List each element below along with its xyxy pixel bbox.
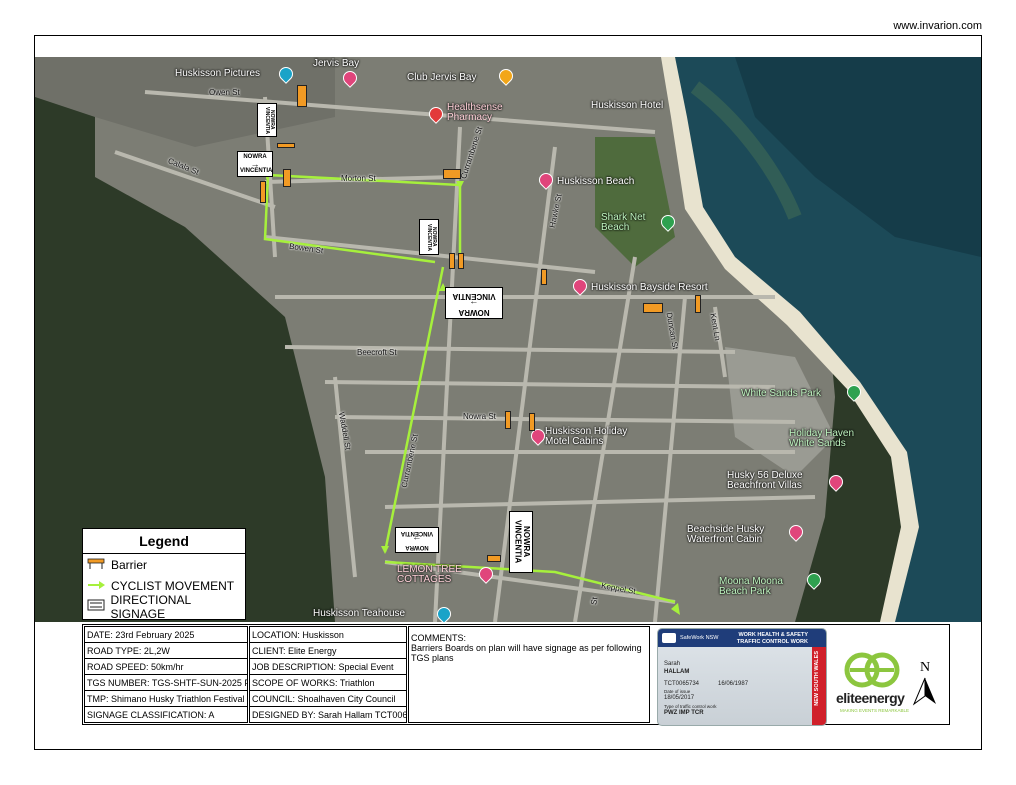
arrow-left-icon: → — [469, 298, 479, 309]
cyclist-arrow-icon — [87, 579, 107, 593]
ee-logo-icon — [844, 652, 900, 688]
label-shark-net-beach: Shark Net Beach — [601, 212, 646, 233]
nsw-logo-icon — [662, 633, 676, 643]
legend-signage: DIRECTIONAL SIGNAGE — [83, 593, 245, 621]
north-arrow: N — [912, 660, 938, 710]
north-arrow-icon — [912, 677, 936, 706]
legend-barrier: Barrier — [83, 554, 245, 575]
detail-location: LOCATION: Huskisson — [250, 627, 406, 643]
elite-energy-logo: eliteenergy MAKING EVENTS REMARKABLE — [834, 650, 914, 720]
detail-scope: SCOPE OF WORKS: Triathlon — [250, 675, 406, 691]
card-header: SafeWork NSW WORK HEALTH & SAFETY TRAFFI… — [658, 629, 826, 647]
brand-tagline: MAKING EVENTS REMARKABLE — [840, 708, 910, 713]
detail-road-type: ROAD TYPE: 2L,2W — [85, 643, 247, 659]
label-huskisson-bayside-resort: Huskisson Bayside Resort — [591, 282, 708, 293]
barrier-calala-left — [260, 181, 266, 203]
street-owen: Owen St — [209, 88, 240, 97]
card-type-label: Type of traffic control work — [664, 704, 717, 709]
label-beachside-husky: Beachside Husky Waterfront Cabin — [687, 524, 765, 545]
label-huskisson-holiday-motel: Huskisson Holiday Motel Cabins — [545, 426, 628, 447]
detail-designed: DESIGNED BY: Sarah Hallam TCT0065734 — [250, 707, 406, 723]
detail-tmp: TMP: Shimano Husky Triathlon Festival 20… — [85, 691, 247, 707]
street-keppel-cross: St — [589, 596, 600, 606]
signage-icon — [87, 599, 106, 614]
barrier-calala-top — [277, 143, 295, 148]
card-types: PWZ IMP TCR — [664, 710, 704, 716]
comments-title: COMMENTS: — [411, 633, 466, 643]
label-jervis-bay: Jervis Bay — [313, 58, 360, 69]
arrow-right-icon: → — [250, 159, 260, 170]
detail-road-speed: ROAD SPEED: 50km/hr — [85, 659, 247, 675]
label-white-sands-park: White Sands Park — [741, 388, 822, 399]
details-left: DATE: 23rd February 2025 ROAD TYPE: 2L,2… — [84, 626, 248, 723]
sign-owen: NOWRA VINCENTIA — [257, 103, 277, 137]
label-healthsense-pharmacy: Healthsense Pharmacy — [447, 102, 503, 123]
barrier-nowra-b — [529, 413, 535, 431]
detail-job: JOB DESCRIPTION: Special Event — [250, 659, 406, 675]
barrier-nowra-a — [505, 411, 511, 429]
barrier-bowen-b — [458, 253, 464, 269]
north-label: N — [919, 660, 931, 675]
street-beecroft: Beecroft St — [357, 348, 397, 357]
label-huskisson-pictures: Huskisson Pictures — [175, 68, 261, 79]
barrier-kent — [695, 295, 701, 313]
barrier-duncan — [643, 303, 663, 313]
licence-card: SafeWork NSW WORK HEALTH & SAFETY TRAFFI… — [657, 628, 827, 726]
label-holiday-haven: Holiday Haven White Sands — [789, 428, 855, 449]
barrier-hawke — [541, 269, 547, 285]
card-number: TCT0065734 — [664, 681, 700, 687]
comments-text: Barriers Boards on plan will have signag… — [411, 643, 642, 663]
detail-client: CLIENT: Elite Energy — [250, 643, 406, 659]
street-morton: Morton St — [341, 174, 376, 183]
barrier-morton-west — [283, 169, 291, 187]
card-last-name: HALLAM — [664, 669, 690, 675]
legend-title: Legend — [83, 529, 245, 554]
detail-council: COUNCIL: Shoalhaven City Council — [250, 691, 406, 707]
plan-details: DATE: 23rd February 2025 ROAD TYPE: 2L,2… — [84, 626, 650, 723]
card-first-name: Sarah — [664, 661, 681, 667]
card-issue-date: 18/05/2017 — [664, 695, 695, 701]
label-lemon-tree: LEMON TREE COTTAGES — [397, 564, 462, 585]
sign-calala: NOWRA → VINCENTIA — [237, 151, 273, 177]
details-mid: LOCATION: Huskisson CLIENT: Elite Energy… — [249, 626, 407, 723]
street-nowra: Nowra St — [463, 412, 496, 421]
barrier-keppel — [487, 555, 501, 562]
detail-date: DATE: 23rd February 2025 — [85, 627, 247, 643]
label-club-jervis-bay: Club Jervis Bay — [407, 72, 477, 83]
label-husky-56: Husky 56 Deluxe Beachfront Villas — [727, 470, 803, 491]
arrow-down-icon: → — [412, 534, 422, 545]
label-huskisson-teahouse: Huskisson Teahouse — [313, 608, 406, 619]
sign-bowen: NOWRA VINCENTIA — [419, 219, 439, 255]
sign-currambene-mid: NOWRA → VINCENTIA — [445, 287, 503, 319]
card-issue-label: Date of issue — [664, 689, 691, 694]
card-state-stripe: NEW SOUTH WALES — [812, 647, 826, 725]
barrier-morton-east — [443, 169, 461, 179]
label-moona-moona: Moona Moona Beach Park — [719, 576, 783, 597]
website-url[interactable]: www.invarion.com — [893, 20, 982, 32]
sign-keppel-west: NOWRA → VINCENTIA — [395, 527, 439, 553]
barrier-bowen-a — [449, 253, 455, 269]
detail-signage-class: SIGNAGE CLASSIFICATION: A — [85, 707, 247, 723]
label-huskisson-hotel: Huskisson Hotel — [591, 100, 664, 111]
sign-keppel-east: NOWRA VINCENTIA — [509, 511, 533, 573]
brand-name: eliteenergy — [836, 690, 905, 706]
detail-tgs: TGS NUMBER: TGS-SHTF-SUN-2025 Plan 1 — [85, 675, 247, 691]
barrier-owen — [297, 85, 307, 107]
label-huskisson-beach: Huskisson Beach — [557, 176, 635, 187]
barrier-icon — [87, 557, 107, 572]
card-dob: 16/06/1987 — [718, 681, 749, 687]
comments-box: COMMENTS: Barriers Boards on plan will h… — [408, 626, 650, 723]
legend: Legend Barrier CYCLIST MOVEMENT DIRECTIO… — [82, 528, 246, 621]
